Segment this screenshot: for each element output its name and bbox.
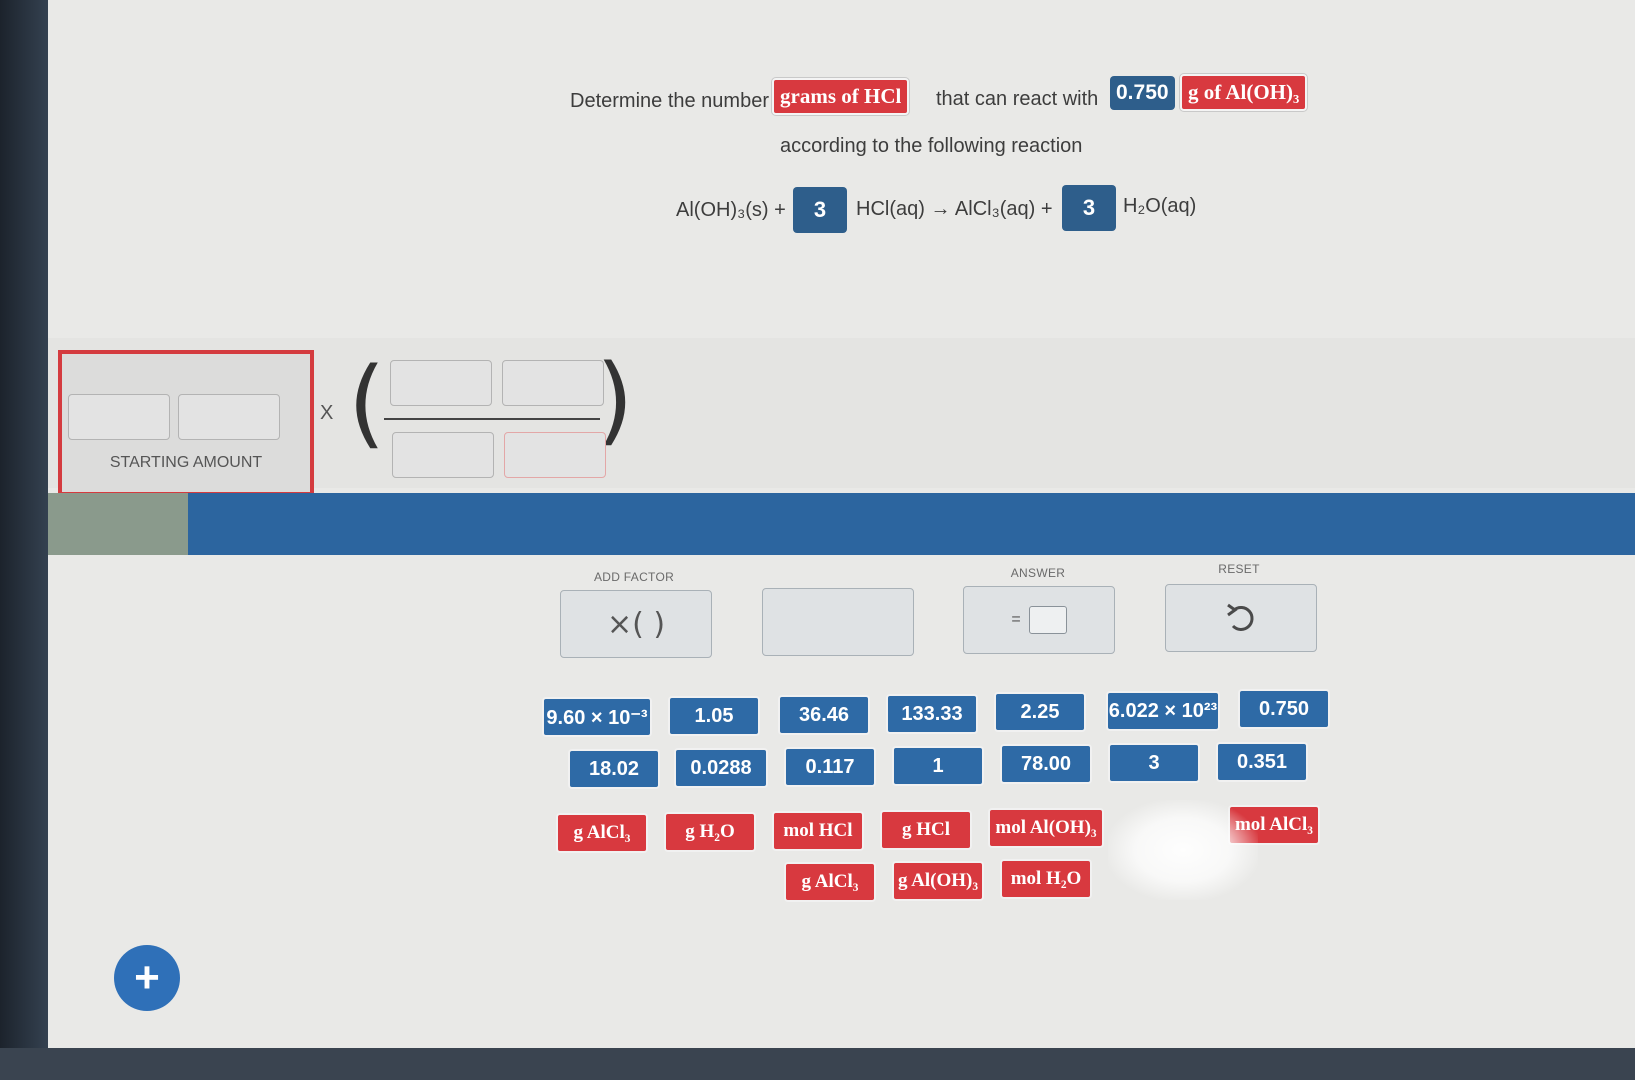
monitor-bezel-left bbox=[0, 0, 48, 1080]
answer-equals: = bbox=[1011, 611, 1021, 628]
prompt-prefix: Determine the number of bbox=[570, 90, 792, 112]
add-factor-label: ADD FACTOR bbox=[593, 570, 675, 584]
number-tile[interactable]: 0.351 bbox=[1216, 742, 1308, 782]
reaction-middle: HCl(aq) → AlCl₃(aq) + bbox=[856, 198, 1053, 220]
number-tile[interactable]: 3 bbox=[1108, 743, 1200, 783]
fraction-bar bbox=[384, 418, 600, 420]
starting-value-slot[interactable] bbox=[68, 394, 170, 440]
unit-tile[interactable]: mol HCl bbox=[772, 811, 864, 851]
screen: Determine the number of grams of HCl tha… bbox=[48, 0, 1635, 1048]
multiply-sign: X bbox=[320, 402, 334, 424]
reaction-reactant1: Al(OH)₃(s) + bbox=[676, 199, 786, 221]
monitor-bezel-bottom bbox=[0, 1048, 1635, 1080]
unit-tile[interactable]: g AlCl₃ bbox=[784, 862, 876, 902]
unit-tile[interactable]: g HCl bbox=[880, 810, 972, 850]
unit-tile[interactable]: g AlCl₃ bbox=[556, 813, 648, 853]
add-button[interactable]: + bbox=[114, 945, 180, 1011]
number-tile[interactable]: 2.25 bbox=[994, 692, 1086, 732]
number-tile[interactable]: 0.0288 bbox=[674, 748, 768, 788]
prompt-middle: that can react with bbox=[936, 88, 1099, 110]
answer-box-icon bbox=[1028, 606, 1067, 634]
number-tile[interactable]: 1.05 bbox=[668, 696, 760, 736]
answer-label: ANSWER bbox=[1010, 566, 1066, 580]
target-unit-tag: grams of HCl bbox=[772, 78, 910, 115]
undo-icon bbox=[1227, 603, 1254, 631]
coefficient-h2o: 3 bbox=[1062, 185, 1116, 231]
number-tile[interactable]: 1 bbox=[892, 746, 984, 786]
plus-icon: + bbox=[134, 953, 160, 1002]
unit-tile[interactable]: g H₂O bbox=[664, 812, 756, 852]
given-unit-tag: g of Al(OH)₃ bbox=[1180, 74, 1308, 111]
reset-button[interactable] bbox=[1165, 584, 1317, 652]
number-tile[interactable]: 0.750 bbox=[1238, 689, 1330, 729]
number-tile[interactable]: 18.02 bbox=[568, 749, 660, 789]
given-value-tag: 0.750 bbox=[1110, 76, 1175, 110]
unit-tile[interactable]: g Al(OH)₃ bbox=[892, 861, 984, 901]
starting-unit-slot[interactable] bbox=[178, 394, 280, 440]
left-paren: ( bbox=[348, 347, 386, 459]
blank-control-button[interactable] bbox=[762, 588, 914, 656]
unit-tile[interactable]: mol H₂O bbox=[1000, 859, 1092, 899]
number-tile[interactable]: 0.117 bbox=[784, 747, 876, 787]
denominator-value-slot[interactable] bbox=[392, 432, 494, 478]
unit-tile[interactable]: mol AlCl₃ bbox=[1228, 805, 1320, 845]
number-tile[interactable]: 6.022 × 10²³ bbox=[1106, 691, 1220, 731]
add-factor-symbol: ×( ) bbox=[606, 606, 666, 642]
number-tile[interactable]: 9.60 × 10⁻³ bbox=[542, 697, 652, 737]
prompt-line2: according to the following reaction bbox=[780, 135, 1083, 157]
numerator-value-slot[interactable] bbox=[390, 360, 492, 406]
number-tile[interactable]: 78.00 bbox=[1000, 744, 1092, 784]
denominator-unit-slot[interactable] bbox=[504, 432, 606, 478]
numerator-unit-slot[interactable] bbox=[502, 360, 604, 406]
add-factor-button[interactable]: ×( ) bbox=[560, 590, 712, 658]
starting-amount-label: STARTING AMOUNT bbox=[109, 454, 263, 471]
number-tile[interactable]: 36.46 bbox=[778, 695, 870, 735]
starting-amount-box: STARTING AMOUNT bbox=[58, 350, 314, 496]
toolbar-band-left bbox=[48, 493, 188, 555]
reset-label: RESET bbox=[1218, 562, 1260, 576]
toolbar-band bbox=[48, 493, 1635, 555]
number-tile[interactable]: 133.33 bbox=[886, 694, 978, 734]
reaction-product2: H₂O(aq) bbox=[1123, 195, 1197, 217]
coefficient-hcl: 3 bbox=[793, 187, 847, 233]
answer-button[interactable]: = bbox=[963, 586, 1115, 654]
unit-tile[interactable]: mol Al(OH)₃ bbox=[988, 808, 1104, 848]
